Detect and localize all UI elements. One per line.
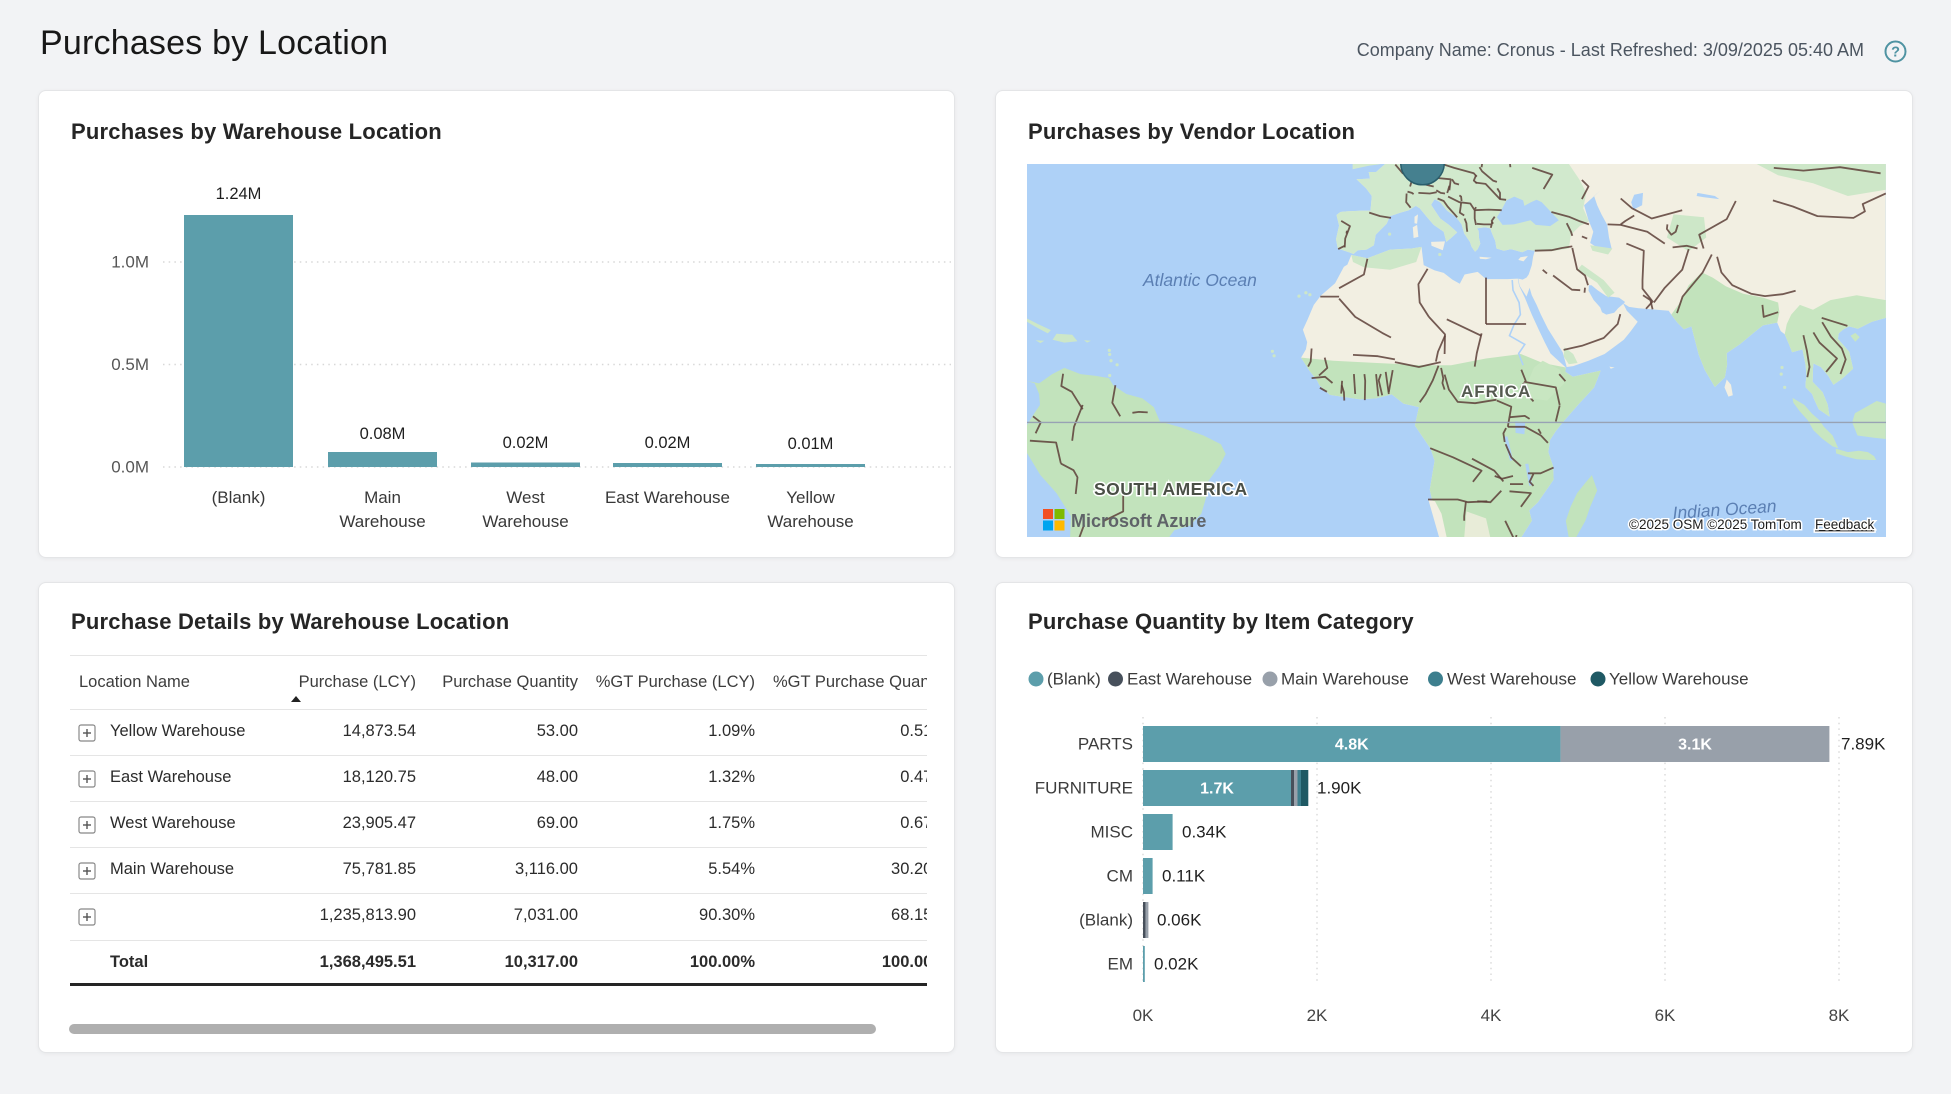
svg-text:CM: CM (1107, 867, 1133, 886)
svg-text:Yellow: Yellow (786, 488, 835, 507)
svg-text:0K: 0K (1133, 1006, 1154, 1025)
svg-text:0.06K: 0.06K (1157, 911, 1202, 930)
svg-text:Warehouse: Warehouse (339, 512, 425, 531)
svg-text:Main: Main (364, 488, 401, 507)
svg-text:0.34K: 0.34K (1182, 823, 1227, 842)
svg-text:(Blank): (Blank) (212, 488, 266, 507)
svg-text:1.7K: 1.7K (1200, 781, 1234, 798)
svg-text:Warehouse: Warehouse (482, 512, 568, 531)
svg-text:0.0M: 0.0M (111, 458, 149, 477)
svg-text:MISC: MISC (1091, 823, 1134, 842)
svg-text:EM: EM (1108, 955, 1134, 974)
svg-text:SOUTH AMERICA: SOUTH AMERICA (1094, 479, 1248, 499)
svg-text:East Warehouse: East Warehouse (605, 488, 730, 507)
svg-text:Microsoft Azure: Microsoft Azure (1071, 511, 1206, 531)
svg-text:7.89K: 7.89K (1841, 735, 1886, 754)
svg-text:West Warehouse: West Warehouse (1447, 670, 1576, 689)
svg-text:0.01M: 0.01M (788, 435, 834, 453)
svg-text:1.90K: 1.90K (1317, 779, 1362, 798)
svg-text:3.1K: 3.1K (1678, 737, 1712, 754)
svg-text:West: West (506, 488, 545, 507)
svg-text:0.08M: 0.08M (360, 425, 406, 443)
svg-text:AFRICA: AFRICA (1461, 382, 1531, 401)
svg-text:PARTS: PARTS (1078, 735, 1133, 754)
svg-text:0.02M: 0.02M (503, 434, 549, 452)
svg-text:Feedback: Feedback (1815, 517, 1875, 532)
svg-text:4K: 4K (1481, 1006, 1502, 1025)
svg-text:2K: 2K (1307, 1006, 1328, 1025)
svg-text:4.8K: 4.8K (1335, 737, 1369, 754)
svg-text:6K: 6K (1655, 1006, 1676, 1025)
svg-text:?: ? (1891, 45, 1900, 61)
svg-text:1.0M: 1.0M (111, 253, 149, 272)
svg-text:8K: 8K (1829, 1006, 1850, 1025)
svg-text:©2025 OSM ©2025 TomTom: ©2025 OSM ©2025 TomTom (1629, 517, 1802, 532)
svg-text:Warehouse: Warehouse (767, 512, 853, 531)
svg-text:(Blank): (Blank) (1079, 911, 1133, 930)
svg-text:FURNITURE: FURNITURE (1035, 779, 1133, 798)
svg-text:Main Warehouse: Main Warehouse (1281, 670, 1409, 689)
svg-text:0.5M: 0.5M (111, 355, 149, 374)
svg-text:(Blank): (Blank) (1047, 670, 1101, 689)
svg-text:Atlantic Ocean: Atlantic Ocean (1142, 270, 1257, 290)
svg-text:East Warehouse: East Warehouse (1127, 670, 1252, 689)
svg-text:0.02K: 0.02K (1154, 955, 1199, 974)
svg-text:0.11K: 0.11K (1162, 867, 1206, 886)
svg-text:Yellow Warehouse: Yellow Warehouse (1609, 670, 1749, 689)
svg-text:0.02M: 0.02M (645, 434, 691, 452)
svg-text:1.24M: 1.24M (216, 185, 262, 203)
